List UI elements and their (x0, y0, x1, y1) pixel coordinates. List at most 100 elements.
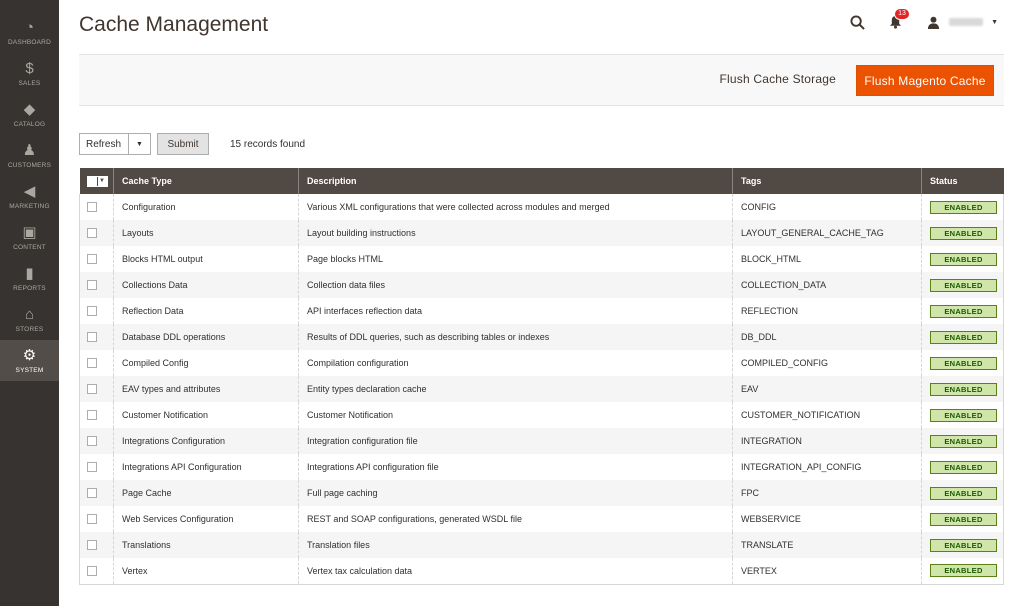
gear-icon: ⚙ (22, 347, 37, 364)
sidebar-item-content[interactable]: ▣ CONTENT (0, 217, 59, 258)
tags-cell: VERTEX (732, 558, 922, 585)
account-menu[interactable]: ▼ (923, 12, 998, 32)
flush-magento-cache-button[interactable]: Flush Magento Cache (856, 65, 994, 96)
table-row: Web Services Configuration REST and SOAP … (79, 506, 1004, 532)
row-select-checkbox[interactable] (87, 358, 97, 368)
row-select-checkbox[interactable] (87, 254, 97, 264)
description-cell: Integration configuration file (298, 428, 733, 454)
row-select-checkbox[interactable] (87, 565, 97, 576)
sidebar-item-label: CUSTOMERS (7, 161, 52, 169)
sidebar-item-sales[interactable]: $ SALES (0, 53, 59, 94)
cache-type-cell: Configuration (113, 194, 299, 220)
header-actions: 13 ▼ (847, 8, 998, 34)
row-select-cell (79, 376, 114, 402)
table-row: Translations Translation files TRANSLATE EN… (79, 532, 1004, 558)
person-icon: ♟ (22, 142, 37, 159)
sidebar-item-system[interactable]: ⚙ SYSTEM (0, 340, 59, 381)
row-select-cell (79, 532, 114, 558)
status-cell: ENABLED (921, 428, 1004, 454)
row-select-checkbox[interactable] (87, 488, 97, 498)
column-header-cache-type[interactable]: Cache Type (113, 168, 299, 194)
table-row: Collections Data Collection data files COL… (79, 272, 1004, 298)
submit-button[interactable]: Submit (157, 133, 209, 155)
row-select-cell (79, 454, 114, 480)
table-row: Integrations API Configuration Integratio… (79, 454, 1004, 480)
status-cell: ENABLED (921, 272, 1004, 298)
sidebar-item-label: SYSTEM (15, 366, 44, 374)
description-cell: Various XML configurations that were col… (298, 194, 733, 220)
row-select-checkbox[interactable] (87, 384, 97, 394)
description-cell: Results of DDL queries, such as describi… (298, 324, 733, 350)
search-icon[interactable] (847, 12, 867, 32)
description-cell: API interfaces reflection data (298, 298, 733, 324)
status-cell: ENABLED (921, 324, 1004, 350)
status-cell: ENABLED (921, 532, 1004, 558)
bar-chart-icon: ▮ (25, 265, 34, 282)
row-select-checkbox[interactable] (87, 280, 97, 290)
cube-icon: ◆ (23, 101, 36, 118)
row-select-cell (79, 220, 114, 246)
column-header-description[interactable]: Description (298, 168, 733, 194)
megaphone-icon: ◀ (23, 183, 36, 200)
status-cell: ENABLED (921, 402, 1004, 428)
layout-icon: ▣ (22, 224, 37, 241)
table-row: Compiled Config Compilation configuration… (79, 350, 1004, 376)
sidebar-item-reports[interactable]: ▮ REPORTS (0, 258, 59, 299)
table-row: Layouts Layout building instructions LAYOU… (79, 220, 1004, 246)
status-badge: ENABLED (930, 512, 997, 526)
sidebar-item-marketing[interactable]: ◀ MARKETING (0, 176, 59, 217)
status-cell: ENABLED (921, 506, 1004, 532)
status-badge: ENABLED (930, 356, 997, 370)
mass-select-checkbox[interactable]: ▼ (86, 175, 108, 187)
tags-cell: COMPILED_CONFIG (732, 350, 922, 376)
sidebar-item-label: DASHBOARD (8, 38, 51, 46)
tags-cell: CUSTOMER_NOTIFICATION (732, 402, 922, 428)
table-row: EAV types and attributes Entity types dec… (79, 376, 1004, 402)
row-select-cell (79, 480, 114, 506)
row-select-checkbox[interactable] (87, 410, 97, 420)
row-select-checkbox[interactable] (87, 332, 97, 342)
cache-type-cell: Collections Data (113, 272, 299, 298)
cache-type-cell: Database DDL operations (113, 324, 299, 350)
row-select-cell (79, 558, 114, 585)
row-select-cell (79, 350, 114, 376)
cache-type-cell: Layouts (113, 220, 299, 246)
row-select-checkbox[interactable] (87, 228, 97, 238)
table-row: Blocks HTML output Page blocks HTML BLOCK_… (79, 246, 1004, 272)
user-icon (923, 12, 943, 32)
records-found-count: 15 records found (230, 138, 306, 150)
description-cell: REST and SOAP configurations, generated … (298, 506, 733, 532)
row-select-checkbox[interactable] (87, 540, 97, 550)
table-row: Integrations Configuration Integration co… (79, 428, 1004, 454)
sidebar-logo-area (0, 0, 59, 12)
flush-cache-storage-button[interactable]: Flush Cache Storage (719, 72, 836, 86)
table-row: Page Cache Full page caching FPC ENABLED (79, 480, 1004, 506)
row-select-checkbox[interactable] (87, 462, 97, 472)
tags-cell: CONFIG (732, 194, 922, 220)
sidebar-item-catalog[interactable]: ◆ CATALOG (0, 94, 59, 135)
column-header-tags[interactable]: Tags (732, 168, 922, 194)
notifications-bell-icon[interactable]: 13 (885, 8, 910, 32)
description-cell: Compilation configuration (298, 350, 733, 376)
status-badge: ENABLED (930, 200, 997, 214)
row-select-checkbox[interactable] (87, 436, 97, 446)
mass-action-selected-value: Refresh (86, 138, 122, 150)
status-badge: ENABLED (930, 382, 997, 396)
sidebar-item-dashboard[interactable]: ◔ DASHBOARD (0, 12, 59, 53)
description-cell: Full page caching (298, 480, 733, 506)
status-cell: ENABLED (921, 194, 1004, 220)
chevron-down-icon: ▼ (99, 178, 105, 184)
row-select-checkbox[interactable] (87, 202, 97, 212)
column-header-status[interactable]: Status (921, 168, 1004, 194)
mass-action-select[interactable]: Refresh ▼ (79, 133, 151, 155)
row-select-checkbox[interactable] (87, 514, 97, 524)
sidebar-item-stores[interactable]: ⌂ STORES (0, 299, 59, 340)
sidebar-item-customers[interactable]: ♟ CUSTOMERS (0, 135, 59, 176)
speedometer-icon: ◔ (24, 19, 35, 36)
row-select-cell (79, 324, 114, 350)
row-select-checkbox[interactable] (87, 306, 97, 316)
tags-cell: REFLECTION (732, 298, 922, 324)
row-select-cell (79, 402, 114, 428)
tags-cell: TRANSLATE (732, 532, 922, 558)
table-row: Customer Notification Customer Notificati… (79, 402, 1004, 428)
